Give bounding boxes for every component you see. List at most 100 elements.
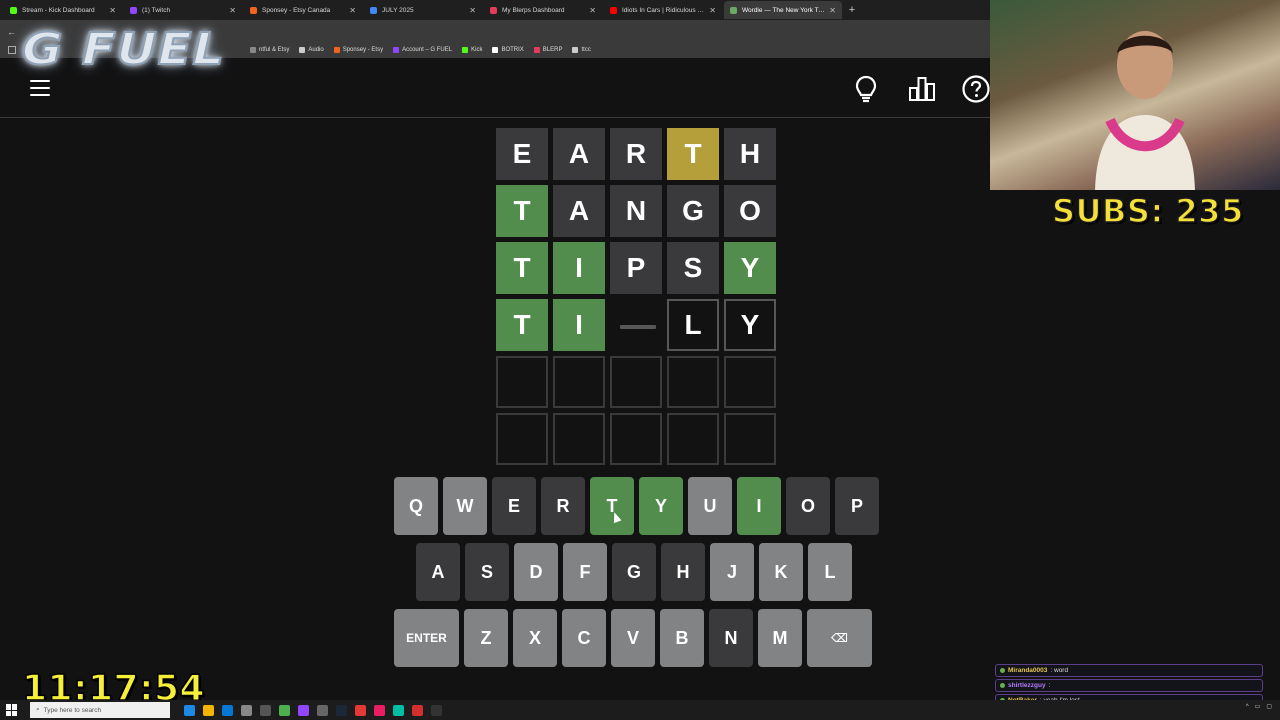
- close-tab-icon[interactable]: ✕: [349, 6, 356, 15]
- hamburger-menu-icon[interactable]: [30, 80, 50, 96]
- windows-start-icon[interactable]: [6, 704, 18, 716]
- bookmark-item[interactable]: BLERP: [533, 47, 562, 53]
- app-icon[interactable]: [260, 704, 271, 716]
- app-icon[interactable]: [412, 704, 423, 716]
- app-icon[interactable]: [393, 704, 404, 716]
- close-tab-icon[interactable]: ✕: [589, 6, 596, 15]
- browser-tab[interactable]: (1) Twitch ✕: [124, 1, 242, 19]
- key-b[interactable]: B: [660, 609, 704, 667]
- browser-tab[interactable]: Sponsey - Etsy Canada ✕: [244, 1, 362, 19]
- browser-tab[interactable]: Wordle — The New York Times ✕: [724, 1, 842, 19]
- bookmark-item[interactable]: ntful & Etsy: [250, 47, 289, 53]
- key-d[interactable]: D: [514, 543, 558, 601]
- chat-badge-icon: [1000, 668, 1005, 673]
- steam-icon[interactable]: [336, 704, 347, 716]
- bookmark-icon: [333, 47, 340, 53]
- bookmark-item[interactable]: BOTRIX: [492, 47, 524, 53]
- search-icon: ⌕: [36, 706, 40, 713]
- key-s[interactable]: S: [465, 543, 509, 601]
- key-w[interactable]: W: [443, 477, 487, 535]
- letter-tile: E: [496, 128, 548, 180]
- network-icon[interactable]: ▭: [1255, 703, 1261, 710]
- app-icon[interactable]: [184, 704, 195, 716]
- key-v[interactable]: V: [611, 609, 655, 667]
- key-a[interactable]: A: [416, 543, 460, 601]
- browser-tab[interactable]: My Blerps Dashboard ✕: [484, 1, 602, 19]
- chrome-icon[interactable]: [279, 704, 290, 716]
- outlook-icon[interactable]: [222, 704, 233, 716]
- close-tab-icon[interactable]: ✕: [109, 6, 116, 15]
- key-p[interactable]: P: [835, 477, 879, 535]
- bookmark-icon: [250, 47, 256, 53]
- key-y[interactable]: Y: [639, 477, 683, 535]
- key-u[interactable]: U: [688, 477, 732, 535]
- folder-icon[interactable]: [203, 704, 214, 716]
- key-t[interactable]: T: [590, 477, 634, 535]
- browser-tab[interactable]: Idiots In Cars | Ridiculous Drivi ✕: [604, 1, 722, 19]
- close-tab-icon[interactable]: ✕: [469, 6, 476, 15]
- key-c[interactable]: C: [562, 609, 606, 667]
- key-e[interactable]: E: [492, 477, 536, 535]
- app-icon[interactable]: [374, 704, 385, 716]
- close-tab-icon[interactable]: ✕: [709, 6, 716, 15]
- key-o[interactable]: O: [786, 477, 830, 535]
- board-row: TI LY: [496, 299, 776, 351]
- letter-tile: [610, 299, 662, 351]
- close-tab-icon[interactable]: ✕: [229, 6, 236, 15]
- key-x[interactable]: X: [513, 609, 557, 667]
- taskbar-search-input[interactable]: ⌕ Type here to search: [30, 702, 170, 718]
- letter-tile: A: [553, 128, 605, 180]
- chevron-up-icon[interactable]: ^: [1246, 704, 1249, 710]
- key-j[interactable]: J: [710, 543, 754, 601]
- new-tab-icon[interactable]: +: [844, 4, 860, 16]
- app-icon[interactable]: [317, 704, 328, 716]
- notification-icon[interactable]: ▢: [1266, 703, 1272, 710]
- app-icon[interactable]: [298, 704, 309, 716]
- letter-tile: H: [724, 128, 776, 180]
- key-n[interactable]: N: [709, 609, 753, 667]
- backspace-key[interactable]: ⌫: [807, 609, 872, 667]
- browser-tab[interactable]: Stream - Kick Dashboard ✕: [4, 1, 122, 19]
- bookmark-item[interactable]: Audio: [299, 47, 324, 53]
- opera-icon[interactable]: [355, 704, 366, 716]
- enter-key[interactable]: ENTER: [394, 609, 459, 667]
- letter-tile: I: [553, 299, 605, 351]
- bookmark-item[interactable]: Kick: [462, 47, 482, 53]
- key-z[interactable]: Z: [464, 609, 508, 667]
- statistics-icon[interactable]: [907, 74, 937, 104]
- letter-tile: A: [553, 185, 605, 237]
- key-k[interactable]: K: [759, 543, 803, 601]
- letter-tile: [724, 356, 776, 408]
- back-arrow-icon[interactable]: ←: [7, 27, 16, 37]
- help-icon[interactable]: [961, 74, 991, 104]
- apps-grid-icon[interactable]: [8, 46, 16, 54]
- key-g[interactable]: G: [612, 543, 656, 601]
- key-i[interactable]: I: [737, 477, 781, 535]
- tab-favicon-icon: [10, 6, 17, 14]
- key-h[interactable]: H: [661, 543, 705, 601]
- keyboard-row-2: ASDFGHJKL: [416, 543, 852, 601]
- bookmark-label: Sponsey - Etsy: [342, 47, 384, 53]
- app-icon[interactable]: [241, 704, 252, 716]
- close-tab-icon[interactable]: ✕: [829, 6, 836, 15]
- tab-title: JULY 2025: [382, 6, 414, 14]
- app-icon[interactable]: [431, 704, 442, 716]
- key-m[interactable]: M: [758, 609, 802, 667]
- bookmark-item[interactable]: Account – G FUEL: [393, 47, 452, 53]
- letter-tile: T: [496, 242, 548, 294]
- bookmark-icon: [462, 47, 469, 53]
- key-q[interactable]: Q: [394, 477, 438, 535]
- key-r[interactable]: R: [541, 477, 585, 535]
- letter-tile: [667, 413, 719, 465]
- bookmark-item[interactable]: ttcc: [572, 47, 591, 53]
- tab-title: Wordle — The New York Times: [742, 6, 826, 14]
- browser-tab[interactable]: JULY 2025 ✕: [364, 1, 482, 19]
- key-l[interactable]: L: [808, 543, 852, 601]
- bookmark-label: Account – G FUEL: [402, 47, 453, 53]
- system-tray: ^ ▭ ▢: [1246, 703, 1272, 711]
- key-f[interactable]: F: [563, 543, 607, 601]
- lightbulb-hint-icon[interactable]: [851, 74, 881, 104]
- bookmark-item[interactable]: Sponsey - Etsy: [333, 47, 384, 53]
- letter-tile: S: [667, 242, 719, 294]
- bookmark-icon: [572, 47, 579, 53]
